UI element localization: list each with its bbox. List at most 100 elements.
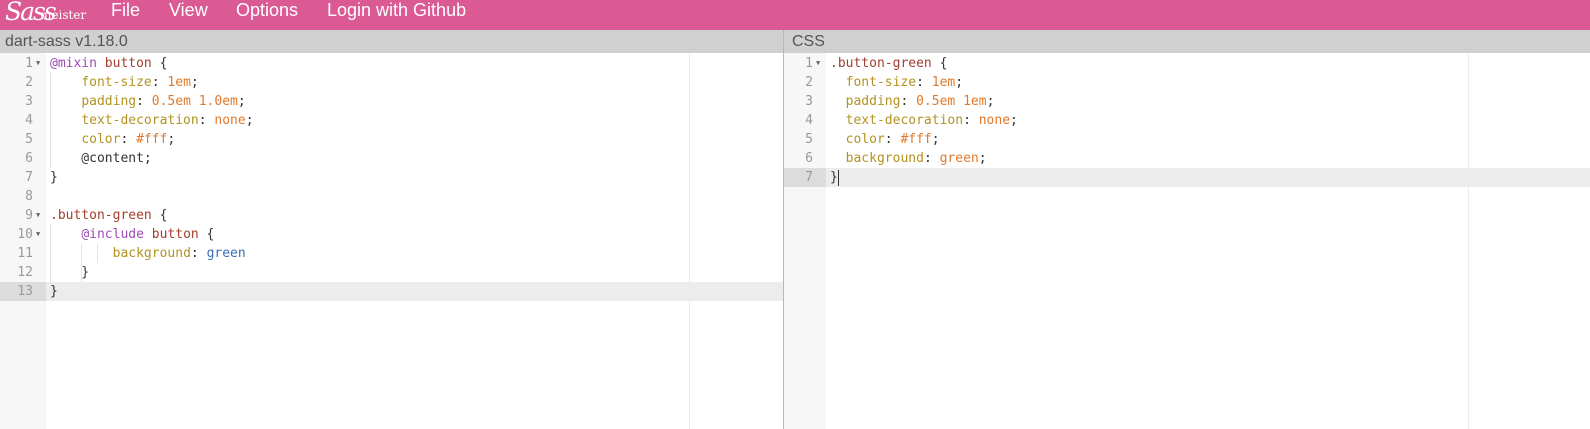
- css-editor[interactable]: 1 ▼ 2 3 4 5 6 7 .button-green { font-size: 1em;…: [784, 53, 1590, 429]
- code-token: @mixin: [50, 56, 97, 71]
- code-line: }: [826, 168, 1590, 187]
- code-token: 1em: [167, 75, 191, 90]
- line-number-text: 2: [25, 75, 33, 90]
- indent-guide: [50, 149, 51, 168]
- code-token: 0.5em 1.0em: [151, 94, 238, 109]
- code-line: }: [46, 282, 783, 301]
- css-code-area[interactable]: .button-green { font-size: 1em; padding:…: [826, 53, 1590, 429]
- code-line: @mixin button {: [46, 54, 783, 73]
- line-number-text: 9: [25, 208, 33, 223]
- code-token: padding: [845, 94, 901, 109]
- sass-code-area[interactable]: @mixin button { font-size: 1em; padding:…: [46, 53, 783, 429]
- line-number-text: 11: [17, 246, 33, 261]
- indent-guide: [50, 130, 51, 149]
- line-number: 4: [784, 111, 826, 130]
- code-token: :: [916, 75, 932, 90]
- code-line: background: green;: [826, 149, 1590, 168]
- code-token: padding: [81, 94, 137, 109]
- indent-guide: [50, 73, 51, 92]
- code-token: @include: [81, 227, 144, 242]
- line-number-text: 5: [25, 132, 33, 147]
- code-token: text-decoration: [81, 113, 199, 128]
- indent-guide: [50, 225, 51, 244]
- menu-view[interactable]: View: [169, 0, 208, 20]
- fold-toggle-icon[interactable]: ▼: [36, 225, 40, 244]
- fold-toggle-icon[interactable]: ▼: [816, 54, 820, 73]
- code-token: :: [963, 113, 979, 128]
- line-number-text: 6: [805, 151, 813, 166]
- code-token: .button-green: [830, 56, 932, 71]
- code-line: text-decoration: none;: [826, 111, 1590, 130]
- code-token: none: [978, 113, 1011, 128]
- line-number-text: 6: [25, 151, 33, 166]
- indent-guide: [50, 244, 51, 263]
- code-token: @content;: [50, 151, 152, 166]
- code-token: {: [198, 227, 215, 242]
- line-number: 11: [0, 244, 46, 263]
- code-token: :: [900, 94, 917, 109]
- line-number: 8: [0, 187, 46, 206]
- code-token: ;: [931, 132, 940, 147]
- fold-toggle-icon[interactable]: ▼: [36, 54, 40, 73]
- sassmeister-logo[interactable]: Sass meister: [3, 0, 86, 30]
- code-token: green: [206, 246, 246, 261]
- line-number-text: 2: [805, 75, 813, 90]
- indent-guide: [81, 244, 82, 263]
- line-number-text: 8: [25, 189, 33, 204]
- line-number: 2: [0, 73, 46, 92]
- line-number-text: 5: [805, 132, 813, 147]
- code-token: font-size: [845, 75, 917, 90]
- sass-editor[interactable]: 1 ▼ 2 3 4 5 6 7 8 9 ▼ 10 ▼ 11 12 13 @mixin button { fon…: [0, 53, 783, 429]
- code-token: }: [50, 265, 90, 280]
- css-line-gutter: 1 ▼ 2 3 4 5 6 7: [784, 53, 826, 429]
- code-token: background: [112, 246, 191, 261]
- sass-compiler-label[interactable]: dart-sass v1.18.0: [5, 33, 128, 50]
- code-token: #fff: [900, 132, 932, 147]
- code-line: font-size: 1em;: [826, 73, 1590, 92]
- code-token: 0.5em 1em: [916, 94, 987, 109]
- menu-file[interactable]: File: [111, 0, 140, 20]
- indent-guide: [50, 92, 51, 111]
- code-line: text-decoration: none;: [46, 111, 783, 130]
- line-number-text: 3: [805, 94, 813, 109]
- line-number: 9 ▼: [0, 206, 46, 225]
- line-number: 6: [784, 149, 826, 168]
- code-token: none: [214, 113, 246, 128]
- menu-options[interactable]: Options: [236, 0, 298, 20]
- line-number-text: 12: [17, 265, 33, 280]
- indent-guide: [50, 111, 51, 130]
- line-number-text: 1: [25, 56, 33, 71]
- code-token: ;: [955, 75, 964, 90]
- code-token: :: [884, 132, 901, 147]
- code-line: padding: 0.5em 1em;: [826, 92, 1590, 111]
- code-token: ;: [986, 94, 995, 109]
- code-line: color: #fff;: [46, 130, 783, 149]
- code-token: background: [845, 151, 924, 166]
- indent-guide: [97, 244, 98, 263]
- css-output-label: CSS: [792, 33, 825, 50]
- line-number-text: 10: [17, 227, 33, 242]
- code-token: {: [931, 56, 948, 71]
- code-token: color: [81, 132, 121, 147]
- line-number-text: 7: [25, 170, 33, 185]
- code-token: :: [151, 75, 168, 90]
- code-token: :: [120, 132, 137, 147]
- line-number-text: 3: [25, 94, 33, 109]
- code-token: 1em: [931, 75, 956, 90]
- fold-toggle-icon[interactable]: ▼: [36, 206, 40, 225]
- line-number: 6: [0, 149, 46, 168]
- line-number-text: 4: [805, 113, 813, 128]
- menu-login-github[interactable]: Login with Github: [327, 0, 466, 20]
- code-token: :: [198, 113, 215, 128]
- line-number: 5: [0, 130, 46, 149]
